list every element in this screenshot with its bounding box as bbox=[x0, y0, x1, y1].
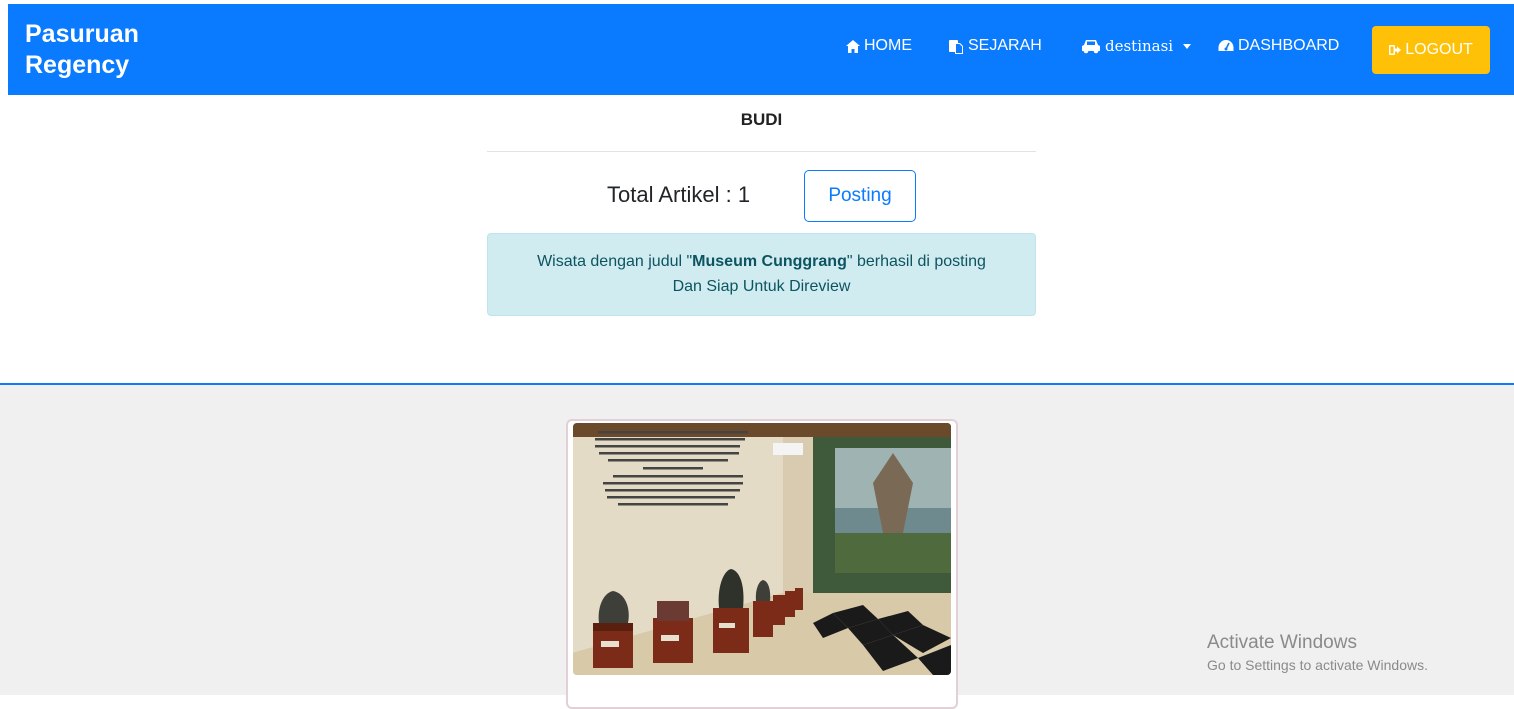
nav-home[interactable]: HOME bbox=[846, 37, 912, 55]
nav-dashboard[interactable]: DASHBOARD bbox=[1218, 37, 1339, 55]
card-image[interactable] bbox=[573, 423, 951, 675]
alert-suffix: " berhasil di posting bbox=[846, 253, 986, 270]
article-card[interactable] bbox=[566, 419, 958, 709]
nav-sejarah-label: SEJARAH bbox=[968, 37, 1042, 54]
nav-home-label: HOME bbox=[864, 37, 912, 54]
alert-line-2: Dan Siap Untuk Direview bbox=[672, 278, 851, 295]
divider bbox=[487, 151, 1036, 152]
brand-logo[interactable]: Pasuruan Regency bbox=[25, 19, 139, 81]
home-icon bbox=[846, 39, 860, 53]
posting-button[interactable]: Posting bbox=[804, 170, 916, 222]
brand-line-1: Pasuruan bbox=[25, 20, 139, 48]
alert-line-1: Wisata dengan judul "Museum Cunggrang" b… bbox=[488, 249, 1035, 274]
watermark-subtitle: Go to Settings to activate Windows. bbox=[1207, 657, 1428, 673]
alert-prefix: Wisata dengan judul " bbox=[537, 253, 693, 270]
watermark-title: Activate Windows bbox=[1207, 632, 1357, 653]
nav-destinasi-label: destinasi bbox=[1105, 37, 1174, 55]
total-articles: Total Artikel : 1 bbox=[607, 182, 751, 207]
navbar: Pasuruan Regency HOME SEJARAH destinasi … bbox=[8, 4, 1514, 95]
copy-icon bbox=[949, 40, 963, 54]
alert-title: Museum Cunggrang bbox=[692, 253, 847, 270]
success-alert: Wisata dengan judul "Museum Cunggrang" b… bbox=[487, 233, 1036, 316]
windows-watermark: Activate Windows Go to Settings to activ… bbox=[1207, 632, 1428, 673]
museum-photo bbox=[573, 423, 951, 675]
caret-down-icon bbox=[1183, 43, 1192, 49]
brand-line-2: Regency bbox=[25, 51, 130, 79]
logout-icon bbox=[1389, 45, 1402, 55]
nav-destinasi-dropdown[interactable]: destinasi bbox=[1081, 37, 1192, 55]
nav-dashboard-label: DASHBOARD bbox=[1238, 37, 1340, 54]
user-name: BUDI bbox=[740, 110, 783, 129]
car-icon bbox=[1082, 39, 1100, 53]
logout-label: LOGOUT bbox=[1405, 41, 1473, 58]
dashboard-icon bbox=[1218, 40, 1234, 51]
logout-button[interactable]: LOGOUT bbox=[1372, 26, 1490, 74]
nav-sejarah[interactable]: SEJARAH bbox=[948, 37, 1042, 55]
